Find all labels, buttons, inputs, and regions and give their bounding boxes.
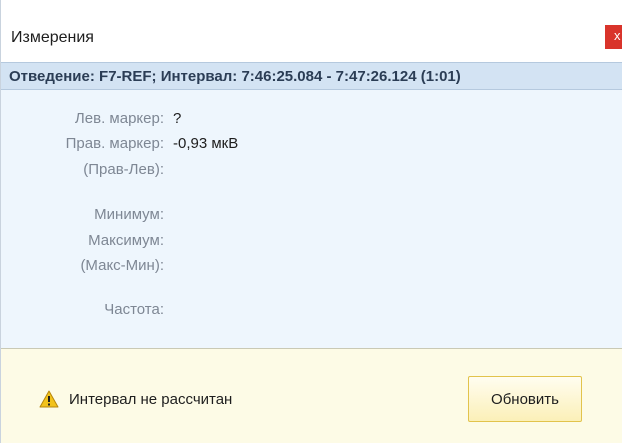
- measurements-dialog: Измерения x Отведение: F7-REF; Интервал:…: [0, 0, 622, 443]
- left-marker-value: ?: [173, 110, 182, 127]
- max-min-label: (Макс-Мин):: [80, 257, 164, 274]
- right-marker-label: Прав. маркер:: [65, 135, 164, 152]
- warning-icon: [39, 390, 59, 408]
- refresh-button[interactable]: Обновить: [468, 376, 582, 422]
- close-button[interactable]: x: [605, 25, 622, 49]
- lead-interval-text: Отведение: F7-REF; Интервал: 7:46:25.084…: [9, 68, 461, 85]
- close-icon: x: [614, 28, 621, 43]
- lead-interval-header: Отведение: F7-REF; Интервал: 7:46:25.084…: [1, 62, 622, 90]
- maximum-label: Максимум:: [88, 232, 164, 249]
- dialog-title: Измерения: [11, 29, 94, 46]
- status-footer: Интервал не рассчитан Обновить: [1, 348, 622, 443]
- right-marker-value: -0,93 мкВ: [173, 135, 239, 152]
- difference-label: (Прав-Лев):: [83, 161, 164, 178]
- minimum-label: Минимум:: [94, 206, 164, 223]
- title-bar: Измерения x: [1, 0, 622, 62]
- warning-message: Интервал не рассчитан: [69, 391, 233, 408]
- measurements-panel: Лев. маркер: ? Прав. маркер: -0,93 мкВ (…: [1, 90, 622, 348]
- left-marker-label: Лев. маркер:: [74, 110, 164, 127]
- frequency-label: Частота:: [104, 301, 164, 318]
